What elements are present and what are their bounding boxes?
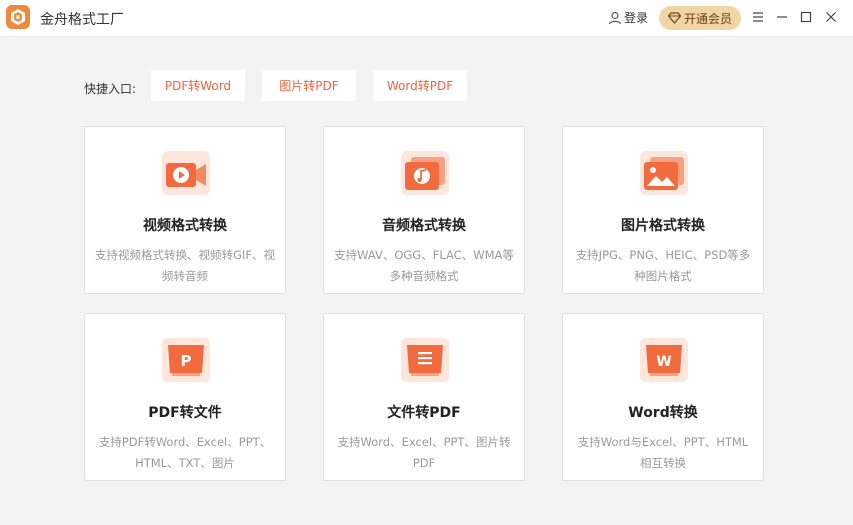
card-description: 支持Word、Excel、PPT、图片转PDF: [337, 435, 511, 470]
quick-pdf-to-word-button[interactable]: PDF转Word: [151, 70, 245, 101]
video-camera-icon: [162, 151, 210, 195]
title-bar: 金舟格式工厂 登录 开通会员: [0, 0, 853, 37]
card-description: 支持视频格式转换、视频转GIF、视频转音频: [95, 248, 275, 283]
app-logo-icon: [6, 5, 30, 29]
menu-icon[interactable]: [749, 8, 767, 26]
pdf-p-icon: P: [162, 338, 210, 382]
vip-label: 开通会员: [683, 11, 732, 26]
card-description: 支持PDF转Word、Excel、PPT、HTML、TXT、图片: [98, 435, 272, 470]
card-title: 文件转PDF: [387, 405, 461, 421]
card-image-convert[interactable]: 图片格式转换 支持JPG、PNG、HEIC、PSD等多种图片格式: [562, 126, 764, 294]
quick-word-to-pdf-button[interactable]: Word转PDF: [373, 70, 467, 101]
maximize-icon[interactable]: [797, 8, 815, 26]
card-description: 支持WAV、OGG、FLAC、WMA等多种音频格式: [334, 248, 514, 283]
app-title: 金舟格式工厂: [40, 12, 124, 28]
card-title: 音频格式转换: [382, 218, 466, 234]
picture-icon: [640, 151, 688, 195]
user-icon: [608, 11, 622, 24]
login-label: 登录: [624, 11, 649, 25]
vip-button[interactable]: 开通会员: [659, 6, 741, 30]
card-title: Word转换: [628, 405, 698, 421]
quick-entry-label: 快捷入口:: [84, 82, 137, 96]
card-title: PDF转文件: [148, 405, 222, 421]
quick-image-to-pdf-button[interactable]: 图片转PDF: [262, 70, 356, 101]
card-description: 支持JPG、PNG、HEIC、PSD等多种图片格式: [575, 248, 751, 283]
card-pdf-to-file[interactable]: P PDF转文件 支持PDF转Word、Excel、PPT、HTML、TXT、图…: [84, 313, 286, 481]
svg-text:W: W: [656, 354, 671, 370]
card-title: 图片格式转换: [621, 218, 705, 234]
card-audio-convert[interactable]: 音频格式转换 支持WAV、OGG、FLAC、WMA等多种音频格式: [323, 126, 525, 294]
card-word-convert[interactable]: W Word转换 支持Word与Excel、PPT、HTML相互转换: [562, 313, 764, 481]
close-icon[interactable]: [822, 8, 840, 26]
document-icon: [401, 338, 449, 382]
music-note-icon: [401, 151, 449, 195]
svg-text:P: P: [181, 352, 192, 370]
card-title: 视频格式转换: [143, 218, 227, 234]
card-file-to-pdf[interactable]: 文件转PDF 支持Word、Excel、PPT、图片转PDF: [323, 313, 525, 481]
login-button[interactable]: 登录: [608, 9, 648, 26]
card-description: 支持Word与Excel、PPT、HTML相互转换: [577, 435, 749, 470]
diamond-icon: [667, 12, 681, 24]
card-video-convert[interactable]: 视频格式转换 支持视频格式转换、视频转GIF、视频转音频: [84, 126, 286, 294]
word-w-icon: W: [640, 338, 688, 382]
minimize-icon[interactable]: [773, 8, 791, 26]
